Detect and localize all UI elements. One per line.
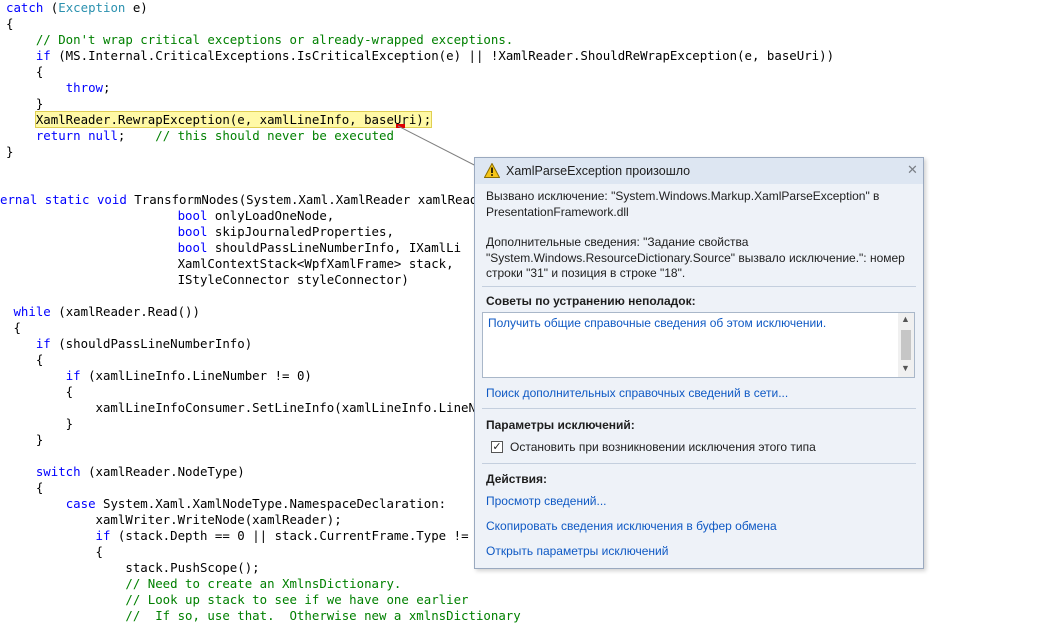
action-copy-details-link[interactable]: Скопировать сведения исключения в буфер … (486, 519, 777, 533)
warning-icon (484, 163, 500, 178)
scroll-down-icon[interactable]: ▼ (901, 363, 910, 373)
separator (482, 463, 916, 464)
break-on-exception-label[interactable]: Остановить при возникновении исключения … (510, 440, 816, 454)
separator (482, 408, 916, 409)
tips-link-general-help[interactable]: Получить общие справочные сведения об эт… (488, 316, 826, 330)
tips-list[interactable]: Получить общие справочные сведения об эт… (482, 312, 915, 378)
popup-title: XamlParseException произошло (506, 164, 691, 178)
exception-helper-popup: XamlParseException произошло ✕ Вызвано и… (474, 157, 924, 569)
search-online-link[interactable]: Поиск дополнительных справочных сведений… (486, 386, 788, 400)
popup-body: Вызвано исключение: "System.Windows.Mark… (475, 184, 923, 568)
popup-header: XamlParseException произошло ✕ (475, 158, 923, 184)
break-on-exception-checkbox[interactable]: ✓ (491, 441, 503, 453)
separator (482, 286, 916, 287)
exception-message: Вызвано исключение: "System.Windows.Mark… (486, 189, 880, 219)
action-view-details-link[interactable]: Просмотр сведений... (486, 494, 607, 508)
action-open-settings-link[interactable]: Открыть параметры исключений (486, 544, 668, 558)
scroll-up-icon[interactable]: ▲ (901, 314, 910, 324)
scroll-thumb[interactable] (901, 330, 911, 360)
additional-info: Дополнительные сведения: "Задание свойст… (486, 235, 905, 280)
close-icon[interactable]: ✕ (907, 162, 918, 178)
tips-scrollbar[interactable]: ▲ ▼ (898, 313, 914, 377)
params-section-title: Параметры исключений: (486, 418, 635, 432)
actions-section-title: Действия: (486, 472, 548, 486)
tips-section-title: Советы по устранению неполадок: (486, 294, 696, 308)
checkmark-icon: ✓ (492, 441, 502, 453)
